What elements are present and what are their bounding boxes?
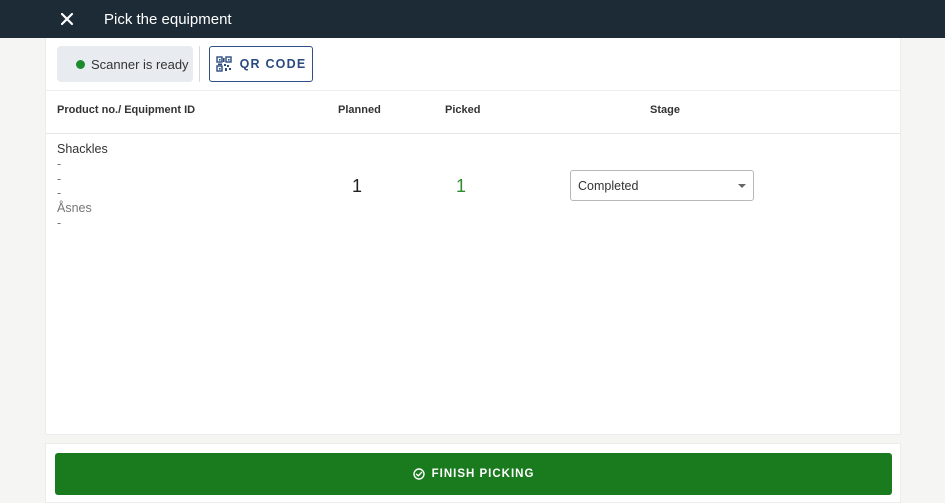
check-circle-icon: [412, 468, 425, 480]
scanner-status-text: Scanner is ready: [91, 56, 189, 72]
close-icon[interactable]: [60, 12, 74, 26]
product-cell: Shackles - - - Åsnes -: [57, 142, 108, 231]
product-supplier: Åsnes: [57, 201, 92, 216]
close-button[interactable]: [56, 8, 78, 30]
column-header-planned: Planned: [338, 104, 381, 116]
toolbar-divider: [199, 46, 200, 82]
stage-select[interactable]: Completed: [570, 170, 754, 201]
finish-picking-button[interactable]: FINISH PICKING: [55, 453, 892, 495]
product-detail-line: -: [57, 186, 62, 201]
picking-panel: Scanner is ready QR CODE Product no./ Eq…: [45, 38, 901, 435]
qr-code-button-label: QR CODE: [239, 57, 307, 71]
product-detail-line: -: [57, 215, 62, 230]
product-name: Shackles: [57, 142, 108, 156]
picked-quantity: 1: [456, 176, 467, 196]
column-header-product: Product no./ Equipment ID: [57, 104, 196, 116]
table-header: Product no./ Equipment ID Planned Picked…: [46, 90, 900, 134]
top-app-bar: Pick the equipment: [0, 0, 945, 38]
qr-code-button[interactable]: QR CODE: [209, 46, 313, 82]
column-header-picked: Picked: [445, 104, 481, 116]
qr-code-icon: [215, 56, 232, 72]
finish-picking-label: FINISH PICKING: [431, 468, 535, 480]
footer-panel: FINISH PICKING: [45, 443, 901, 503]
product-detail-line: -: [57, 171, 62, 186]
planned-quantity: 1: [352, 176, 363, 196]
page-title: Pick the equipment: [104, 10, 232, 28]
status-dot-icon: [76, 59, 85, 69]
product-detail-line: -: [57, 156, 62, 171]
scanner-status-badge: Scanner is ready: [57, 46, 193, 82]
chevron-down-icon: [738, 184, 746, 188]
stage-selected-value: Completed: [578, 178, 639, 193]
column-header-stage: Stage: [650, 104, 680, 116]
